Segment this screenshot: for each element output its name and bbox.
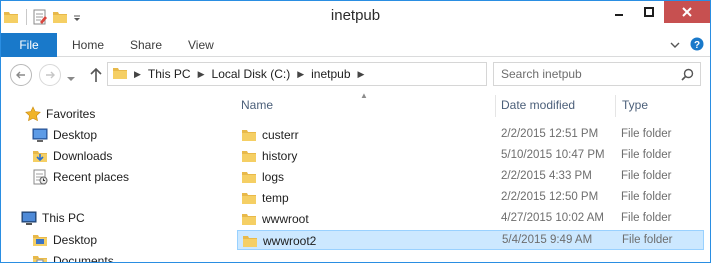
tab-home[interactable]: Home bbox=[72, 33, 104, 57]
address-row: ▶ This PC ▶ Local Disk (C:) ▶ inetpub ▶ … bbox=[1, 57, 710, 91]
list-item[interactable]: history 5/10/2015 10:47 PM File folder bbox=[237, 146, 704, 166]
nav-this-pc[interactable]: This PC bbox=[21, 209, 85, 227]
chevron-right-icon[interactable]: ▶ bbox=[358, 69, 365, 80]
list-item[interactable]: logs 2/2/2015 4:33 PM File folder bbox=[237, 167, 704, 187]
file-date-modified: 5/4/2015 9:49 AM bbox=[502, 233, 593, 246]
ribbon-controls: ? bbox=[670, 37, 704, 54]
back-button[interactable] bbox=[10, 64, 32, 86]
nav-item-desktop[interactable]: Desktop bbox=[32, 231, 97, 249]
tab-share[interactable]: Share bbox=[130, 33, 162, 57]
nav-item-documents[interactable]: Documents bbox=[32, 252, 114, 263]
title-bar: inetpub bbox=[1, 1, 710, 33]
documents-icon bbox=[32, 253, 48, 262]
folder-icon bbox=[241, 190, 257, 206]
close-button[interactable] bbox=[664, 1, 710, 23]
nav-favorites[interactable]: Favorites bbox=[25, 105, 95, 123]
ribbon-tabs: File Home Share View ? bbox=[1, 33, 710, 57]
nav-favorites-label: Favorites bbox=[46, 107, 96, 121]
file-name: logs bbox=[262, 169, 285, 184]
help-icon[interactable]: ? bbox=[690, 37, 704, 54]
folder-icon bbox=[242, 233, 258, 249]
tab-view[interactable]: View bbox=[188, 33, 214, 57]
desktop-icon bbox=[32, 232, 48, 248]
breadcrumb-local-disk[interactable]: Local Disk (C:) bbox=[212, 67, 291, 81]
maximize-button[interactable] bbox=[634, 1, 664, 23]
nav-item-downloads[interactable]: Downloads bbox=[32, 147, 112, 165]
column-header-type[interactable]: Type bbox=[622, 95, 648, 115]
minimize-button[interactable] bbox=[604, 1, 634, 23]
nav-item-label: Desktop bbox=[53, 128, 98, 142]
desktop-icon bbox=[32, 127, 48, 143]
list-item[interactable]: temp 2/2/2015 12:50 PM File folder bbox=[237, 188, 704, 208]
file-type: File folder bbox=[621, 190, 672, 203]
nav-item-label: Desktop bbox=[53, 233, 98, 247]
search-icon[interactable] bbox=[681, 68, 694, 84]
file-type: File folder bbox=[622, 233, 673, 246]
file-date-modified: 2/2/2015 12:50 PM bbox=[501, 190, 599, 203]
nav-item-label: Documents bbox=[53, 254, 114, 263]
nav-item-desktop[interactable]: Desktop bbox=[32, 126, 97, 144]
downloads-icon bbox=[32, 148, 48, 164]
file-type: File folder bbox=[621, 148, 672, 161]
recent-places-icon bbox=[32, 169, 48, 185]
file-type: File folder bbox=[621, 169, 672, 182]
this-pc-icon bbox=[21, 210, 37, 226]
list-item[interactable]: custerr 2/2/2015 12:51 PM File folder bbox=[237, 125, 704, 145]
nav-this-pc-label: This PC bbox=[42, 211, 85, 225]
file-date-modified: 2/2/2015 12:51 PM bbox=[501, 128, 599, 140]
recent-locations-icon[interactable] bbox=[67, 72, 75, 86]
file-name: wwwroot2 bbox=[263, 233, 317, 248]
chevron-right-icon[interactable]: ▶ bbox=[297, 69, 304, 80]
folder-icon bbox=[241, 169, 257, 185]
forward-button[interactable] bbox=[39, 64, 61, 86]
file-type: File folder bbox=[621, 128, 672, 140]
breadcrumb-this-pc[interactable]: This PC bbox=[148, 67, 191, 81]
file-date-modified: 2/2/2015 4:33 PM bbox=[501, 169, 592, 182]
nav-item-recent-places[interactable]: Recent places bbox=[32, 168, 129, 186]
chevron-right-icon[interactable]: ▶ bbox=[198, 69, 205, 80]
search-input[interactable]: Search inetpub bbox=[493, 62, 701, 86]
column-divider[interactable] bbox=[615, 95, 616, 117]
folder-icon bbox=[241, 148, 257, 164]
explorer-window: inetpub File Home Share View ? ▶ This PC… bbox=[0, 0, 711, 263]
list-item[interactable]: wwwroot 4/27/2015 10:02 AM File folder bbox=[237, 209, 704, 229]
nav-item-label: Recent places bbox=[53, 170, 130, 184]
column-divider[interactable] bbox=[495, 95, 496, 117]
search-placeholder: Search inetpub bbox=[501, 67, 582, 81]
file-list: ▲ Name Date modified Type custerr 2/2/201… bbox=[231, 91, 710, 262]
file-date-modified: 4/27/2015 10:02 AM bbox=[501, 211, 604, 224]
star-icon bbox=[25, 106, 41, 122]
breadcrumb-inetpub[interactable]: inetpub bbox=[311, 67, 350, 81]
chevron-right-icon[interactable]: ▶ bbox=[134, 69, 141, 80]
file-name: wwwroot bbox=[262, 211, 309, 226]
column-header-date[interactable]: Date modified bbox=[501, 95, 575, 115]
expand-ribbon-icon[interactable] bbox=[670, 39, 680, 53]
file-name: custerr bbox=[262, 128, 299, 142]
window-controls bbox=[604, 1, 710, 23]
column-header-name[interactable]: Name bbox=[241, 95, 273, 115]
up-button[interactable] bbox=[89, 67, 103, 86]
folder-icon bbox=[241, 211, 257, 227]
file-name: temp bbox=[262, 190, 289, 205]
list-item[interactable]: wwwroot2 5/4/2015 9:49 AM File folder bbox=[237, 229, 704, 250]
sort-ascending-icon: ▲ bbox=[360, 91, 368, 100]
nav-item-label: Downloads bbox=[53, 149, 113, 163]
svg-text:?: ? bbox=[694, 40, 700, 51]
folder-icon bbox=[241, 127, 257, 143]
file-name: history bbox=[262, 148, 298, 163]
address-bar[interactable]: ▶ This PC ▶ Local Disk (C:) ▶ inetpub ▶ bbox=[107, 62, 487, 86]
navigation-pane: Favorites Desktop Downloads Recent place… bbox=[1, 91, 231, 263]
tab-file[interactable]: File bbox=[1, 33, 57, 57]
file-type: File folder bbox=[621, 211, 672, 224]
file-date-modified: 5/10/2015 10:47 PM bbox=[501, 148, 605, 161]
folder-icon bbox=[112, 65, 128, 84]
